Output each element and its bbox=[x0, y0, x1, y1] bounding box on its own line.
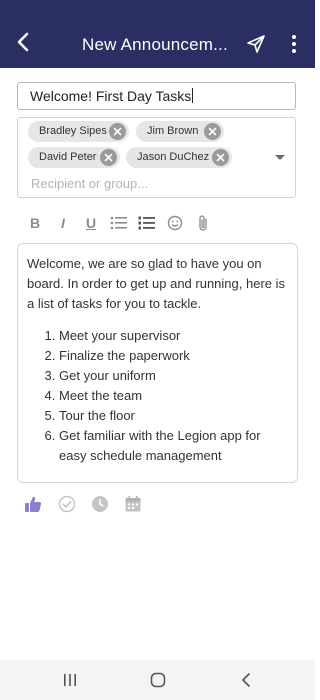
message-editor[interactable]: Welcome, we are so glad to have you on b… bbox=[17, 243, 298, 483]
task-list-item: Meet your supervisor bbox=[59, 326, 288, 346]
task-list-item: Finalize the paperwork bbox=[59, 346, 288, 366]
clock-icon[interactable] bbox=[91, 495, 109, 513]
remove-recipient-icon[interactable] bbox=[100, 149, 117, 166]
subject-value: Welcome! First Day Tasks bbox=[30, 88, 192, 104]
thumbs-up-icon[interactable] bbox=[24, 495, 42, 513]
task-list-item: Tour the floor bbox=[59, 406, 288, 426]
calendar-icon[interactable] bbox=[124, 495, 142, 513]
remove-recipient-icon[interactable] bbox=[212, 149, 229, 166]
underline-button[interactable]: U bbox=[80, 212, 102, 234]
task-list-item: Get your uniform bbox=[59, 366, 288, 386]
emoji-icon[interactable] bbox=[164, 212, 186, 234]
recipient-chip[interactable]: Jason DuChez bbox=[126, 147, 232, 168]
task-list-item: Get familiar with the Legion app for eas… bbox=[59, 426, 288, 466]
editor-toolbar: B I U bbox=[24, 212, 294, 234]
bold-button[interactable]: B bbox=[24, 212, 46, 234]
bullet-list-icon[interactable] bbox=[108, 212, 130, 234]
task-list-item: Meet the team bbox=[59, 386, 288, 406]
app-header: New Announcem... bbox=[0, 0, 315, 68]
recipient-chip[interactable]: Jim Brown bbox=[136, 121, 224, 142]
recipient-chip-label: Bradley Sipes bbox=[39, 125, 107, 137]
page-title: New Announcem... bbox=[82, 35, 228, 54]
subject-input[interactable]: Welcome! First Day Tasks bbox=[17, 82, 296, 110]
recipient-chip-label: David Peter bbox=[39, 151, 97, 163]
system-nav-bar bbox=[0, 660, 315, 700]
message-intro: Welcome, we are so glad to have you on b… bbox=[27, 256, 286, 311]
chevron-down-icon[interactable] bbox=[274, 154, 286, 162]
home-icon[interactable] bbox=[149, 671, 167, 689]
remove-recipient-icon[interactable] bbox=[204, 123, 221, 140]
back-arrow-icon[interactable] bbox=[12, 30, 36, 54]
remove-recipient-icon[interactable] bbox=[109, 123, 126, 140]
recipient-chip[interactable]: David Peter bbox=[28, 147, 120, 168]
recent-apps-icon[interactable] bbox=[61, 671, 79, 689]
numbered-list-icon[interactable] bbox=[136, 212, 158, 234]
task-list: Meet your supervisor Finalize the paperw… bbox=[27, 326, 288, 466]
response-options bbox=[24, 495, 154, 513]
recipient-chip-label: Jim Brown bbox=[147, 125, 199, 137]
recipient-input-placeholder[interactable]: Recipient or group... bbox=[31, 176, 148, 191]
italic-button[interactable]: I bbox=[52, 212, 74, 234]
check-circle-icon[interactable] bbox=[58, 495, 76, 513]
back-icon[interactable] bbox=[237, 671, 255, 689]
recipient-chip[interactable]: Bradley Sipes bbox=[28, 121, 129, 142]
send-icon[interactable] bbox=[246, 34, 266, 54]
attachment-icon[interactable] bbox=[192, 212, 214, 234]
recipients-field[interactable]: Bradley Sipes Jim Brown David Peter Jaso… bbox=[17, 117, 296, 198]
more-vertical-icon[interactable] bbox=[286, 33, 302, 55]
recipient-chip-label: Jason DuChez bbox=[137, 151, 210, 163]
text-cursor bbox=[192, 88, 194, 103]
